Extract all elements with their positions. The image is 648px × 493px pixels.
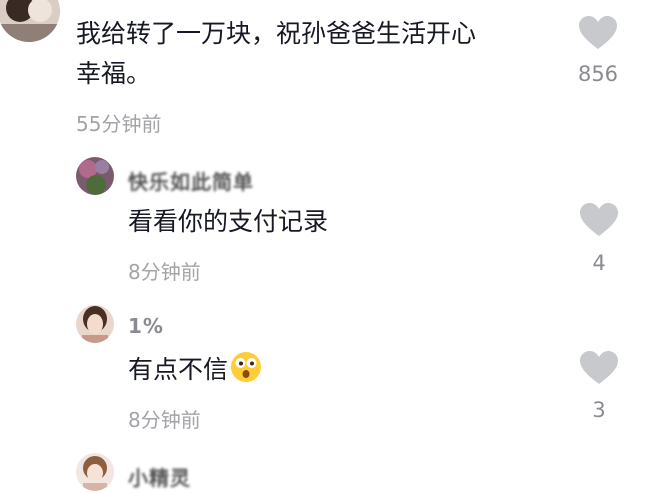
comment-timestamp: 55分钟前 [76, 112, 162, 136]
reply-timestamp: 8分钟前 [128, 260, 201, 284]
reply-username[interactable]: 1% [128, 314, 164, 338]
reply-text-content: 有点不信 [128, 355, 229, 384]
like-button[interactable] [579, 202, 619, 238]
reply-username[interactable]: 小精灵 [128, 462, 191, 491]
comment-text: 我给转了一万块，祝孙爸爸生活开心 幸福。 [76, 14, 556, 94]
reply-avatar[interactable] [76, 305, 114, 343]
reply-avatar[interactable] [76, 453, 114, 491]
reply-text: 看看你的支付记录 [128, 207, 329, 236]
reply-timestamp: 8分钟前 [128, 408, 201, 432]
reply-avatar[interactable] [76, 157, 114, 195]
user-avatar-icon [76, 453, 114, 491]
comment-avatar[interactable] [0, 0, 60, 42]
reply-username[interactable]: 快乐如此简单 [128, 166, 254, 195]
surprised-emoji-icon [230, 351, 262, 383]
user-avatar-icon [76, 305, 114, 343]
like-count: 3 [592, 398, 606, 422]
comment-text-line-2: 幸福。 [76, 59, 152, 88]
like-button[interactable] [578, 15, 618, 51]
heart-icon [579, 16, 617, 49]
reply-text: 有点不信 [128, 350, 262, 390]
user-avatar-icon [76, 157, 114, 195]
like-count: 4 [592, 251, 606, 275]
user-avatar-icon [0, 0, 60, 42]
comment-text-line-1: 我给转了一万块，祝孙爸爸生活开心 [76, 19, 477, 48]
comment-username[interactable] [76, 0, 196, 6]
heart-icon [580, 203, 618, 236]
like-count: 856 [577, 62, 619, 86]
heart-icon [580, 351, 618, 384]
like-button[interactable] [579, 350, 619, 386]
